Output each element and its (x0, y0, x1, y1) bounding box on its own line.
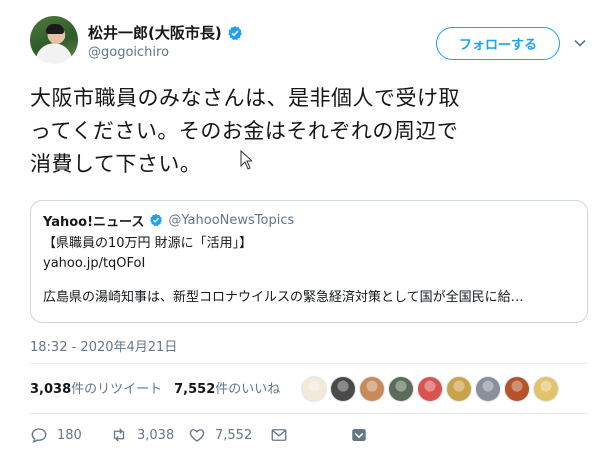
liker-avatar-5[interactable] (417, 376, 443, 402)
tweet-line: 大阪市職員のみなさんは、是非個人で受け取 (30, 86, 460, 110)
like-count: 7,552 (215, 427, 253, 443)
author-avatar[interactable] (30, 16, 78, 64)
author-name-row: 松井一郎(大阪市長) (88, 22, 243, 43)
tweet-line: ってください。そのお金はそれぞれの周辺で (30, 119, 459, 143)
chevron-down-box-icon (352, 429, 366, 441)
likes-label: 件のいいね (215, 382, 281, 397)
quoted-tweet-card[interactable]: Yahoo!ニュース @YahooNewsTopics 【県職員の10万円 財源… (30, 200, 588, 323)
tweet-timestamp[interactable]: 18:32 - 2020年4月21日 (30, 336, 177, 355)
liker-avatar-7[interactable] (475, 376, 501, 402)
retweets-count: 3,038 (30, 382, 72, 397)
retweet-icon (113, 428, 125, 442)
likes-count: 7,552 (174, 382, 216, 397)
divider (30, 413, 588, 414)
more-menu-button[interactable] (350, 426, 368, 444)
liker-avatar-2[interactable] (330, 376, 356, 402)
liker-avatar-9[interactable] (533, 376, 559, 402)
author-display-name[interactable]: 松井一郎(大阪市長) (88, 22, 222, 43)
quoted-author-name: Yahoo!ニュース (43, 214, 145, 230)
envelope-icon (271, 429, 287, 441)
likes-stat[interactable]: 7,552 件のいいね (174, 378, 280, 397)
tweet-header: 松井一郎(大阪市長) @gogoichiro フォローする (30, 16, 595, 76)
mouse-pointer-icon (240, 150, 252, 170)
liker-avatar-1[interactable] (301, 376, 327, 402)
quoted-link[interactable]: yahoo.jp/tqOFoI (43, 254, 575, 274)
reply-count: 180 (57, 427, 82, 443)
quoted-headline: 【県職員の10万円 財源に「活用」】 (43, 236, 253, 251)
follow-button[interactable]: フォローする (436, 27, 560, 60)
verified-badge-icon (150, 213, 163, 227)
tweet-stats: 3,038 件のリツイート 7,552 件のいいね (30, 378, 280, 397)
direct-message-button[interactable] (270, 426, 288, 444)
tweet-actions: 180 3,038 7,552 (30, 424, 588, 448)
heart-icon (189, 429, 205, 442)
retweet-count: 3,038 (137, 427, 175, 443)
verified-badge-icon (227, 25, 242, 40)
liker-avatar-6[interactable] (446, 376, 472, 402)
quoted-tweet-header: Yahoo!ニュース @YahooNewsTopics (43, 211, 575, 230)
reply-icon (31, 428, 47, 443)
chevron-down-icon[interactable] (573, 36, 587, 50)
retweet-button[interactable]: 3,038 (110, 426, 174, 444)
retweets-stat[interactable]: 3,038 件のリツイート (30, 378, 162, 397)
liker-avatar-3[interactable] (359, 376, 385, 402)
liker-avatar-4[interactable] (388, 376, 414, 402)
reply-button[interactable]: 180 (30, 426, 82, 444)
author-handle[interactable]: @gogoichiro (88, 45, 169, 60)
quoted-excerpt: 広島県の湯崎知事は、新型コロナウイルスの緊急経済対策として国が全国民に給… (43, 290, 524, 305)
liker-avatar-8[interactable] (504, 376, 530, 402)
retweets-label: 件のリツイート (71, 382, 163, 397)
quoted-author-handle: @YahooNewsTopics (168, 212, 295, 228)
tweet-line: 消費して下さい。 (30, 152, 202, 176)
tweet-body: 大阪市職員のみなさんは、是非個人で受け取 ってください。そのお金はそれぞれの周辺… (30, 82, 578, 181)
liker-avatars (301, 376, 559, 402)
like-button[interactable]: 7,552 (188, 426, 252, 444)
divider (30, 363, 588, 364)
